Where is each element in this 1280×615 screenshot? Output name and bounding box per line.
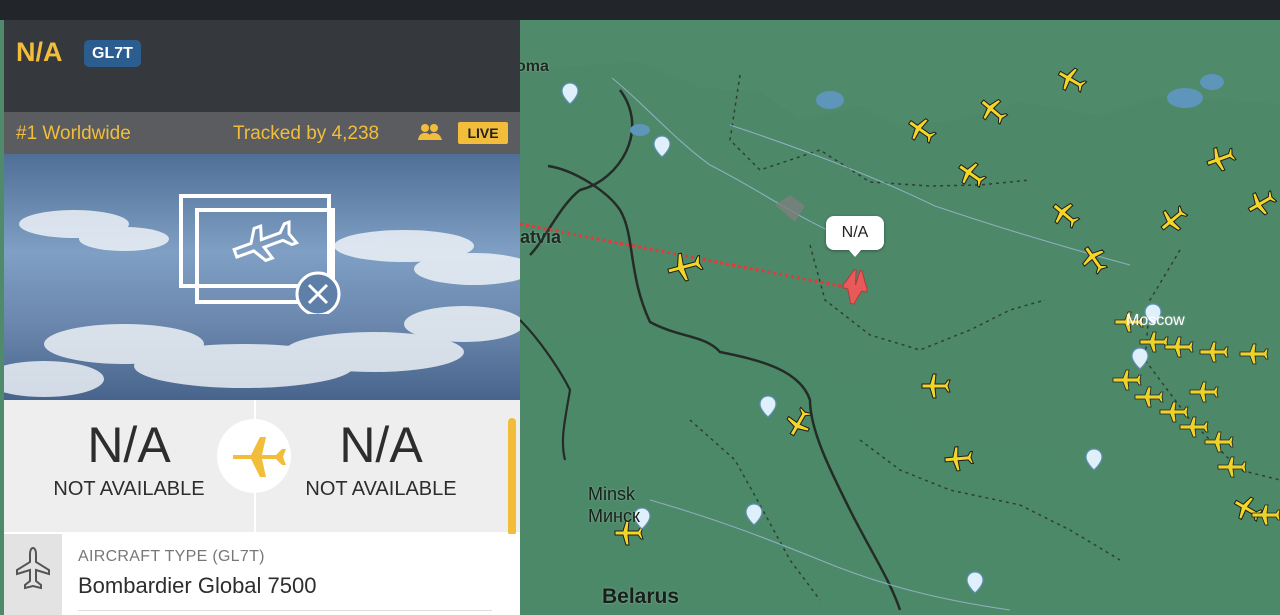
route-summary: N/A NOT AVAILABLE N/A NOT AVAILABLE	[4, 400, 520, 535]
map-label-moscow: Moscow	[1126, 312, 1185, 329]
airplane-icon	[16, 546, 50, 590]
aircraft-type-code: (GL7T)	[212, 548, 265, 565]
route-airplane-circle	[217, 419, 291, 493]
flight-tracker-screen: atvia Minsk Минск Belarus Moscow oma N/A…	[0, 0, 1280, 615]
panel-scrollbar[interactable]	[508, 418, 516, 536]
aircraft-type-row[interactable]: AIRCRAFT TYPE (GL7T) Bombardier Global 7…	[4, 534, 520, 615]
map-label-minsk-local: Минск	[588, 506, 640, 526]
aircraft-code-badge: GL7T	[84, 40, 141, 67]
map-label-top-partial: oma	[516, 58, 549, 75]
map-label-latvia: atvia	[520, 227, 562, 247]
tracked-text: Tracked by 4,238	[233, 123, 379, 145]
aircraft-row-divider	[78, 610, 492, 611]
top-bar	[0, 0, 1280, 20]
aircraft-type-label-text: AIRCRAFT TYPE	[78, 548, 208, 565]
tracked-prefix: Tracked by	[233, 123, 332, 144]
aircraft-type-value: Bombardier Global 7500	[78, 573, 317, 598]
panel-header: N/A GL7T	[4, 20, 520, 112]
aircraft-type-label: AIRCRAFT TYPE (GL7T)	[78, 548, 265, 566]
destination-city: NOT AVAILABLE	[305, 478, 457, 500]
rank-text: #1 Worldwide	[16, 123, 131, 144]
no-photo-icon	[179, 194, 341, 314]
map-label-minsk: Minsk	[588, 484, 636, 504]
people-icon	[418, 124, 442, 140]
airplane-icon	[233, 437, 286, 477]
flight-title: N/A	[16, 37, 63, 67]
flight-details-panel: N/A GL7T #1 Worldwide Tracked by 4,238 L…	[4, 20, 520, 615]
aircraft-type-icon-box	[4, 534, 62, 615]
tracked-count: 4,238	[331, 123, 380, 144]
destination-code: N/A	[339, 417, 423, 473]
map-label-belarus: Belarus	[602, 585, 680, 608]
aircraft-photo-placeholder[interactable]	[4, 154, 520, 400]
tracking-stats-bar: #1 Worldwide Tracked by 4,238 LIVE	[4, 112, 520, 154]
selected-aircraft-tooltip: N/A	[826, 216, 884, 257]
live-badge: LIVE	[458, 122, 508, 144]
